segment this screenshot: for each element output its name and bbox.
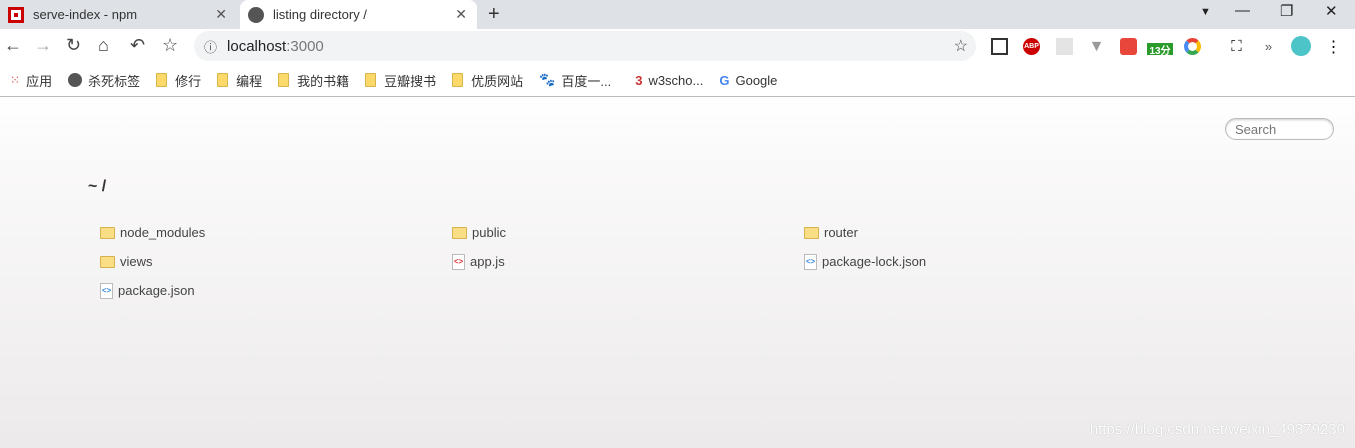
bookmark-google[interactable]: G Google [719, 73, 777, 88]
page-title: ~ / [88, 178, 107, 195]
restore-button[interactable]: ❐ [1280, 2, 1293, 20]
bookmarks-bar: ⁙ 应用 杀死标签 修行 编程 我的书籍 豆瓣搜书 优质网站 🐾 百度一... 3w… [0, 64, 1355, 97]
bookmark-folder[interactable]: 豆瓣搜书 [365, 71, 436, 90]
tab-serve-index[interactable]: serve-index - npm ✕ [0, 0, 237, 29]
home-button[interactable]: ⌂ [98, 35, 109, 56]
tab-search-dropdown-icon[interactable]: ▼ [1200, 6, 1211, 18]
globe-icon [248, 6, 264, 23]
file-name[interactable]: app.js [470, 254, 505, 269]
file-name[interactable]: router [824, 225, 858, 240]
bookmark-label: 杀死标签 [88, 73, 141, 89]
avatar[interactable] [1291, 36, 1311, 56]
forward-button[interactable]: → [34, 35, 52, 56]
w3school-icon: 3 [635, 72, 643, 88]
chrome-extension-icon[interactable] [1184, 38, 1201, 55]
info-icon: ⓘ [204, 39, 218, 55]
file-list: node_modules public router views <> app.js <> p… [100, 218, 1156, 305]
bookmark-label: w3scho... [648, 72, 704, 88]
timer-badge[interactable]: 13分 [1147, 43, 1173, 57]
tab-title: serve-index - npm [33, 7, 138, 22]
file-item[interactable]: router [804, 218, 1156, 247]
baidu-paw-icon: 🐾 [539, 72, 556, 87]
folder-icon [452, 226, 467, 239]
folder-icon [278, 73, 290, 87]
vue-icon[interactable]: ▼ [1088, 38, 1105, 55]
folder-icon [217, 73, 229, 87]
extension-icon[interactable] [1056, 38, 1073, 55]
adblock-icon[interactable]: ABP [1023, 38, 1040, 55]
undo-icon[interactable]: ↶ [130, 35, 145, 56]
folder-icon [804, 226, 819, 239]
close-window-button[interactable]: ✕ [1325, 2, 1338, 20]
back-button[interactable]: ← [4, 35, 22, 56]
directory-listing-page: ~ / node_modules public router views <> app.j… [0, 98, 1355, 448]
close-tab-icon[interactable]: ✕ [455, 6, 467, 23]
folder-icon [100, 226, 115, 239]
file-item[interactable]: public [452, 218, 804, 247]
bookmark-folder[interactable]: 优质网站 [452, 71, 523, 90]
star-icon[interactable]: ☆ [954, 36, 968, 56]
file-item[interactable]: node_modules [100, 218, 452, 247]
apps-grid-icon: ⁙ [10, 73, 21, 87]
dice-icon[interactable] [1120, 38, 1137, 55]
bookmark-apps[interactable]: ⁙ 应用 [10, 71, 52, 90]
file-item[interactable]: <> app.js [452, 247, 804, 276]
file-name[interactable]: package-lock.json [822, 254, 926, 269]
google-icon: G [719, 72, 730, 88]
crop-icon[interactable]: ⛶ [1228, 38, 1245, 55]
watermark: https://blog.csdn.net/weixin_49379230 [1089, 421, 1345, 438]
bookmark-folder[interactable]: 我的书籍 [278, 71, 349, 90]
address-bar[interactable]: ⓘ localhost:3000 ☆ [194, 31, 976, 61]
file-name[interactable]: package.json [118, 283, 195, 298]
bookmark-label: 优质网站 [471, 73, 524, 89]
bookmark-folder[interactable]: 编程 [217, 71, 262, 90]
bookmark-label: 百度一... [561, 73, 612, 89]
bookmark-star-icon[interactable]: ☆ [162, 35, 178, 56]
json-file-icon: <> [804, 253, 817, 270]
extensions-overflow-icon[interactable]: » [1260, 38, 1277, 55]
folder-icon [156, 73, 168, 87]
toolbar: ← → ↻ ⌂ ↶ ☆ ⓘ localhost:3000 ☆ ABP ▼ 13分… [0, 29, 1355, 64]
file-item[interactable]: <> package.json [100, 276, 452, 305]
file-item[interactable]: <> package-lock.json [804, 247, 1156, 276]
bookmark-folder[interactable]: 修行 [156, 71, 201, 90]
close-tab-icon[interactable]: ✕ [215, 6, 227, 23]
bookmark-label: Google [735, 72, 778, 88]
minimize-button[interactable]: — [1235, 2, 1250, 19]
globe-icon [68, 73, 83, 87]
tab-listing-directory[interactable]: listing directory / ✕ [240, 0, 477, 29]
js-file-icon: <> [452, 253, 465, 270]
screenshot-icon[interactable] [991, 38, 1008, 55]
tab-title: listing directory / [273, 7, 367, 22]
tab-strip: serve-index - npm ✕ listing directory / … [0, 0, 1355, 29]
folder-icon [100, 255, 115, 268]
file-name[interactable]: node_modules [120, 225, 205, 240]
bookmark-label: 豆瓣搜书 [384, 73, 437, 89]
menu-icon[interactable]: ⋮ [1325, 38, 1342, 56]
file-name[interactable]: public [472, 225, 506, 240]
url-port: :3000 [286, 37, 324, 55]
bookmark-label: 修行 [175, 73, 202, 89]
file-name[interactable]: views [120, 254, 153, 269]
reload-button[interactable]: ↻ [66, 35, 81, 56]
bookmark-label: 我的书籍 [297, 73, 350, 89]
bookmark-label: 编程 [236, 73, 263, 89]
bookmark-w3school[interactable]: 3 w3scho... [635, 73, 703, 88]
url-host: localhost [227, 37, 287, 55]
folder-icon [365, 73, 377, 87]
bookmark-baidu[interactable]: 🐾 百度一... [539, 71, 611, 90]
npm-icon [8, 6, 24, 23]
file-item[interactable]: views [100, 247, 452, 276]
search-input[interactable] [1225, 118, 1334, 140]
json-file-icon: <> [100, 282, 113, 299]
new-tab-button[interactable]: + [488, 3, 500, 26]
folder-icon [452, 73, 464, 87]
bookmark-label: 应用 [26, 73, 53, 89]
bookmark-kill-tabs[interactable]: 杀死标签 [68, 71, 140, 90]
